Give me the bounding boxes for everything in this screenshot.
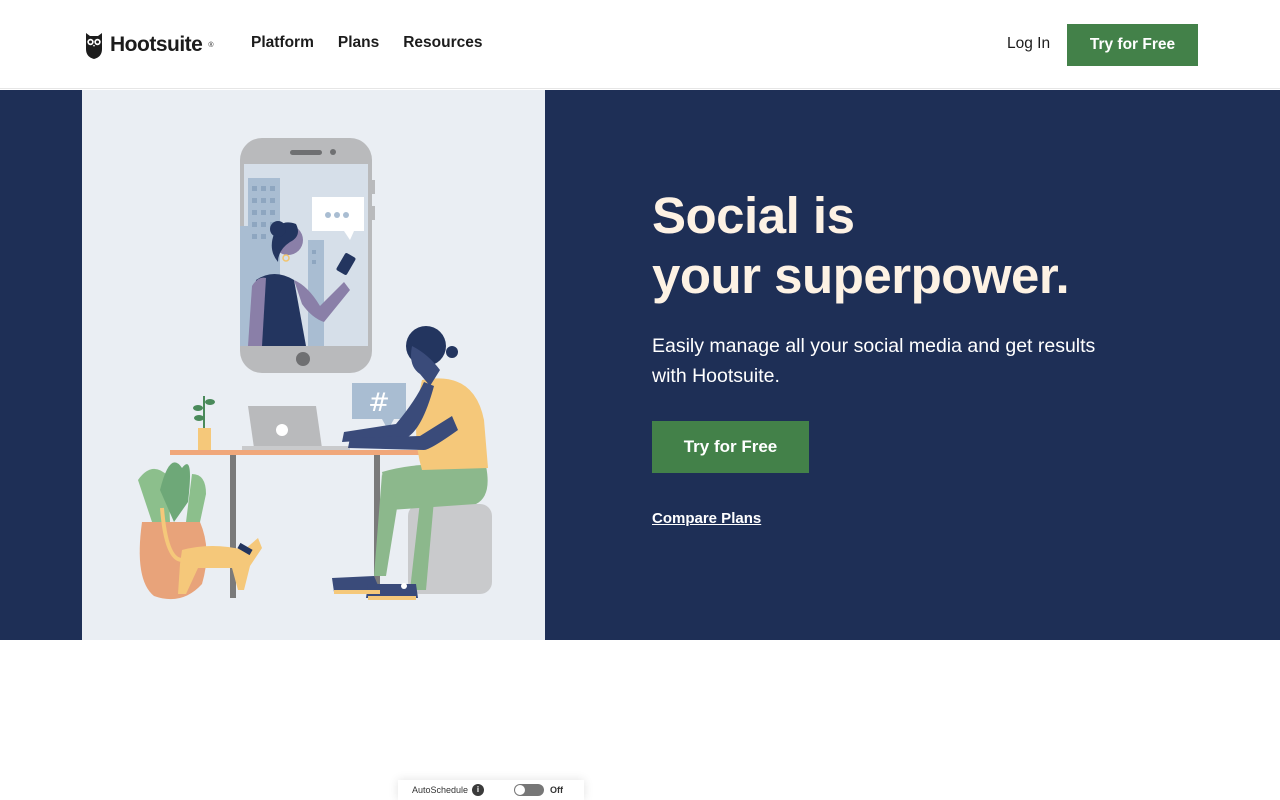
nav-plans[interactable]: Plans — [338, 34, 379, 52]
headline-line-2: your superpower. — [652, 247, 1070, 304]
nav-resources[interactable]: Resources — [403, 34, 482, 52]
nav-platform[interactable]: Platform — [251, 34, 314, 52]
login-link[interactable]: Log In — [1007, 35, 1050, 53]
svg-text:#: # — [368, 388, 390, 418]
headline-line-1: Social is — [652, 187, 855, 244]
owl-logo-icon — [86, 33, 102, 59]
main-nav: Platform Plans Resources — [251, 34, 483, 52]
hero-subcopy: Easily manage all your social media and … — [652, 335, 1096, 387]
autoschedule-preview-card: AutoSchedule i Off — [398, 780, 584, 800]
hero-copy: Social is your superpower. Easily manage… — [652, 186, 1212, 391]
hootsuite-logo[interactable]: Hootsuite ® — [84, 31, 214, 59]
registered-mark: ® — [208, 41, 214, 49]
hero-headline: Social is your superpower. — [652, 186, 1212, 306]
hero-section: # Social is your superpower. Easily mana… — [0, 90, 1280, 640]
header-try-free-button[interactable]: Try for Free — [1067, 24, 1198, 66]
autoschedule-label: AutoSchedule — [412, 785, 469, 795]
compare-plans-link[interactable]: Compare Plans — [652, 510, 761, 527]
hero-try-free-button[interactable]: Try for Free — [652, 421, 809, 473]
info-icon[interactable]: i — [472, 784, 485, 796]
toggle-state-label: Off — [550, 785, 564, 795]
site-header: Hootsuite ® Platform Plans Resources Log … — [0, 0, 1280, 89]
logo-wordmark: Hootsuite — [110, 33, 203, 56]
person-at-desk-illustration: # — [138, 138, 492, 600]
hero-illustration: # — [82, 90, 545, 640]
autoschedule-toggle[interactable] — [514, 784, 545, 796]
